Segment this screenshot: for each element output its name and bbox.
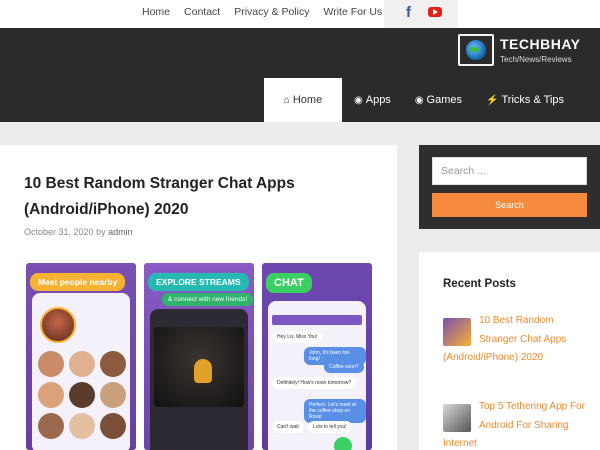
main-nav-home[interactable]: ⌂ Home [264,78,342,122]
recent-post-item[interactable]: Top 5 Tethering App For Android For Shar… [443,398,593,450]
site-name[interactable]: TECHBHAY [500,36,581,52]
article-author[interactable]: admin [108,227,133,237]
panel-heading: EXPLORE STREAMS [148,273,249,291]
recent-post-item[interactable]: 10 Best Random Stranger Chat Apps (Andro… [443,312,593,368]
article-date[interactable]: October 31, 2020 [24,227,94,237]
android-icon: ◉ [354,94,363,106]
chat-bubble: Can't wait [272,421,304,433]
main-nav-apps-label: Apps [365,94,391,106]
send-icon [334,437,352,450]
avatar [69,351,95,377]
avatar [100,382,126,408]
article-meta: October 31, 2020 by admin [24,227,133,237]
main-nav-tricks-label: Tricks & Tips [501,94,565,106]
main-nav-games[interactable]: ◉ Games [403,78,474,122]
panel-subheading: & connect with new friends! [162,293,254,306]
top-bar: Home Contact Privacy & Policy Write For … [0,0,600,28]
social-links: f [384,0,458,28]
main-nav-tricks[interactable]: ⚡ Tricks & Tips [474,78,576,122]
search-widget: Search ... Search [419,145,600,229]
avatar [100,413,126,439]
post-thumbnail[interactable] [443,404,471,432]
main-nav-apps[interactable]: ◉ Apps [342,78,403,122]
home-icon: ⌂ [283,94,290,106]
chat-bubble: Perfect. Let's meet at the coffee shop o… [304,399,366,423]
screenshot-panel-nearby: Meet people nearby [26,263,136,450]
search-input[interactable]: Search ... [432,157,587,185]
top-nav-contact[interactable]: Contact [184,6,220,18]
panel-heading: CHAT [266,273,312,293]
avatar-grid [38,351,126,439]
gamepad-icon: ◉ [414,94,424,106]
top-nav-write-for-us[interactable]: Write For Us [323,6,382,18]
youtube-icon[interactable] [428,7,442,17]
main-nav: ⌂ Home ◉ Apps ◉ Games ⚡ Tricks & Tips [264,78,576,122]
avatar [100,351,126,377]
globe-icon [466,40,486,60]
article-by: by [96,227,106,237]
chat-bubble: Hey Liv, Miss You! [272,331,323,343]
facebook-icon[interactable]: f [406,4,411,21]
chat-bubble: Lots to tell you! [308,421,352,433]
panel-heading: Meet people nearby [30,273,126,291]
screenshot-panel-streams: EXPLORE STREAMS & connect with new frien… [144,263,254,450]
top-nav-privacy[interactable]: Privacy & Policy [234,6,309,18]
avatar [38,413,64,439]
main-nav-home-label: Home [292,94,323,106]
post-thumbnail[interactable] [443,318,471,346]
phone-mockup [150,309,248,450]
article-title[interactable]: 10 Best Random Stranger Chat Apps (Andro… [24,171,354,223]
screenshot-panel-chat: Hey Liv, Miss You! John, it's been too l… [262,263,372,450]
avatar [69,413,95,439]
site-tagline: Tech/News/Reviews [500,55,572,64]
article-featured-image[interactable]: Meet people nearby EXPLORE STREAMS & con… [26,263,372,450]
phone-mockup: Hey Liv, Miss You! John, it's been too l… [268,301,366,450]
top-nav-home[interactable]: Home [142,6,170,18]
main-nav-games-label: Games [426,94,463,106]
avatar [69,382,95,408]
top-nav: Home Contact Privacy & Policy Write For … [142,6,396,18]
microphone-icon [194,359,212,383]
recent-posts-widget: Recent Posts 10 Best Random Stranger Cha… [419,252,600,450]
site-logo[interactable] [458,34,494,66]
profile-avatar [40,307,76,343]
recent-posts-title: Recent Posts [443,278,516,290]
site-header: TECHBHAY Tech/News/Reviews ⌂ Home ◉ Apps… [0,28,600,122]
bolt-icon: ⚡ [486,94,499,106]
article-card: 10 Best Random Stranger Chat Apps (Andro… [0,145,397,450]
phone-mockup [32,293,130,450]
search-button[interactable]: Search [432,193,587,217]
avatar [38,351,64,377]
avatar [38,382,64,408]
chat-bubble: Coffee soon? [324,361,364,373]
chat-bubble: Definitely! How's noon tomorrow? [272,377,357,389]
chat-header-bar [272,315,362,325]
